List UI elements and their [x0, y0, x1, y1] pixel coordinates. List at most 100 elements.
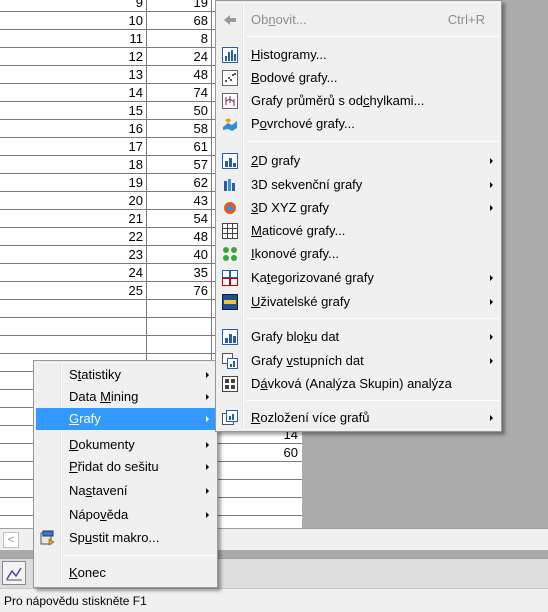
menu-item-davkova-analyza[interactable]: Dávková (Analýza Skupin) analýza [218, 373, 499, 395]
row-number-cell[interactable]: 23 [0, 246, 147, 263]
grafy-submenu: Obnovit... Ctrl+R Histogramy... Bodové g… [215, 0, 502, 432]
row-number-cell[interactable]: 15 [0, 102, 147, 119]
3d-sequential-graph-icon [222, 177, 238, 193]
menu-item-label: Obnovit... [251, 12, 307, 27]
submenu-arrow-icon [206, 512, 209, 518]
menu-item-ikonove-grafy[interactable]: Ikonové grafy... [218, 243, 499, 265]
menu-item-2d-grafy[interactable]: 2D grafy [218, 150, 499, 172]
menu-item-grafy-bloku-dat[interactable]: Grafy bloku dat [218, 326, 499, 348]
value-cell[interactable]: 48 [147, 66, 212, 83]
row-number-cell[interactable]: 20 [0, 192, 147, 209]
menu-item-histogramy[interactable]: Histogramy... [218, 44, 499, 66]
row-number-cell[interactable]: 19 [0, 174, 147, 191]
value-cell[interactable]: 58 [147, 120, 212, 137]
row-number-cell[interactable]: 21 [0, 210, 147, 227]
means-plot-icon [222, 93, 238, 109]
value-cell[interactable]: 19 [147, 0, 212, 11]
value-cell[interactable] [147, 300, 212, 317]
row-number-cell[interactable]: 24 [0, 264, 147, 281]
value-cell[interactable]: 43 [147, 192, 212, 209]
submenu-arrow-icon [490, 334, 493, 340]
multi-graph-layout-icon [222, 410, 238, 426]
menu-item-grafy[interactable]: Grafy [36, 408, 215, 430]
row-number-cell[interactable]: 18 [0, 156, 147, 173]
menu-item-label: Maticové grafy... [251, 223, 346, 238]
value-cell[interactable] [212, 462, 298, 479]
value-cell[interactable]: 35 [147, 264, 212, 281]
menu-item-nastaveni[interactable]: Nastavení [36, 480, 215, 502]
menu-item-label: Kategorizované grafy [251, 270, 374, 285]
row-number-cell[interactable]: 22 [0, 228, 147, 245]
submenu-arrow-icon [490, 275, 493, 281]
menu-item-spustit-makro[interactable]: Spustit makro... [36, 527, 215, 549]
menu-item-bodove-grafy[interactable]: Bodové grafy... [218, 67, 499, 89]
menu-item-label: Uživatelské grafy [251, 294, 350, 309]
submenu-arrow-icon [206, 442, 209, 448]
input-data-graph-icon [222, 353, 238, 369]
menu-item-label: Statistiky [69, 367, 122, 382]
row-number-cell[interactable]: 9 [0, 0, 147, 11]
value-cell[interactable]: 62 [147, 174, 212, 191]
submenu-arrow-icon [490, 205, 493, 211]
row-number-cell[interactable]: 13 [0, 66, 147, 83]
matrix-graph-icon [222, 223, 238, 239]
menu-item-povrchove-grafy[interactable]: Povrchové grafy... [218, 113, 499, 135]
menu-item-kategorizovane-grafy[interactable]: Kategorizované grafy [218, 267, 499, 289]
value-cell[interactable]: 48 [147, 228, 212, 245]
value-cell[interactable]: 57 [147, 156, 212, 173]
row-number-cell[interactable]: 17 [0, 138, 147, 155]
submenu-arrow-icon [490, 158, 493, 164]
value-cell[interactable]: 68 [147, 12, 212, 29]
user-graph-icon [222, 294, 238, 310]
value-cell[interactable]: 76 [147, 282, 212, 299]
menu-item-label: Nápověda [69, 507, 129, 522]
menu-item-3d-sekvencni-grafy[interactable]: 3D sekvenční grafy [218, 174, 499, 196]
row-number-cell[interactable] [0, 336, 147, 353]
menu-item-rozlozeni-vice-grafu[interactable]: Rozložení více grafů [218, 407, 499, 429]
value-cell[interactable]: 61 [147, 138, 212, 155]
menu-item-3d-xyz-grafy[interactable]: 3D XYZ grafy [218, 197, 499, 219]
menu-item-label: Spustit makro... [69, 530, 160, 545]
value-cell[interactable]: 8 [147, 30, 212, 47]
menu-item-grafy-prumeru[interactable]: Grafy průměrů s odchylkami... [218, 90, 499, 112]
row-number-cell[interactable] [0, 318, 147, 335]
menu-item-pridat-do-sesitu[interactable]: Přidat do sešitu [36, 456, 215, 478]
menu-item-grafy-vstupnich-dat[interactable]: Grafy vstupních dat [218, 350, 499, 372]
status-bar: Pro nápovědu stiskněte F1 [0, 588, 548, 612]
value-cell[interactable] [147, 336, 212, 353]
menu-item-data-mining[interactable]: Data Mining [36, 386, 215, 408]
value-cell[interactable] [147, 318, 212, 335]
menu-item-statistiky[interactable]: Statistiky [36, 364, 215, 386]
2d-graph-icon [222, 153, 238, 169]
menu-item-dokumenty[interactable]: Dokumenty [36, 434, 215, 456]
row-number-cell[interactable]: 14 [0, 84, 147, 101]
menu-item-maticove-grafy[interactable]: Maticové grafy... [218, 220, 499, 242]
submenu-arrow-icon [206, 372, 209, 378]
value-cell[interactable]: 74 [147, 84, 212, 101]
menu-item-label: Přidat do sešitu [69, 459, 159, 474]
row-number-cell[interactable]: 10 [0, 12, 147, 29]
row-number-cell[interactable]: 25 [0, 282, 147, 299]
row-number-cell[interactable]: 11 [0, 30, 147, 47]
row-number-cell[interactable]: 12 [0, 48, 147, 65]
submenu-arrow-icon [490, 358, 493, 364]
sheet-chart-icon[interactable] [2, 561, 26, 585]
menu-item-napoveda[interactable]: Nápověda [36, 504, 215, 526]
value-cell[interactable] [212, 480, 298, 497]
value-cell[interactable]: 50 [147, 102, 212, 119]
value-cell[interactable]: 40 [147, 246, 212, 263]
menu-item-uzivatelske-grafy[interactable]: Uživatelské grafy [218, 291, 499, 313]
menu-item-obnovit[interactable]: Obnovit... Ctrl+R [218, 9, 499, 31]
value-cell[interactable]: 60 [212, 444, 298, 461]
menu-item-label: 3D sekvenční grafy [251, 177, 363, 192]
row-number-cell[interactable]: 16 [0, 120, 147, 137]
value-cell[interactable]: 24 [147, 48, 212, 65]
block-data-graph-icon [222, 329, 238, 345]
row-number-cell[interactable] [0, 300, 147, 317]
value-cell[interactable] [212, 498, 298, 515]
menu-item-konec[interactable]: Konec [36, 562, 215, 584]
value-cell[interactable]: 54 [147, 210, 212, 227]
submenu-arrow-icon [206, 416, 209, 422]
menu-separator [246, 400, 499, 401]
scroll-left-button[interactable]: < [3, 532, 19, 548]
